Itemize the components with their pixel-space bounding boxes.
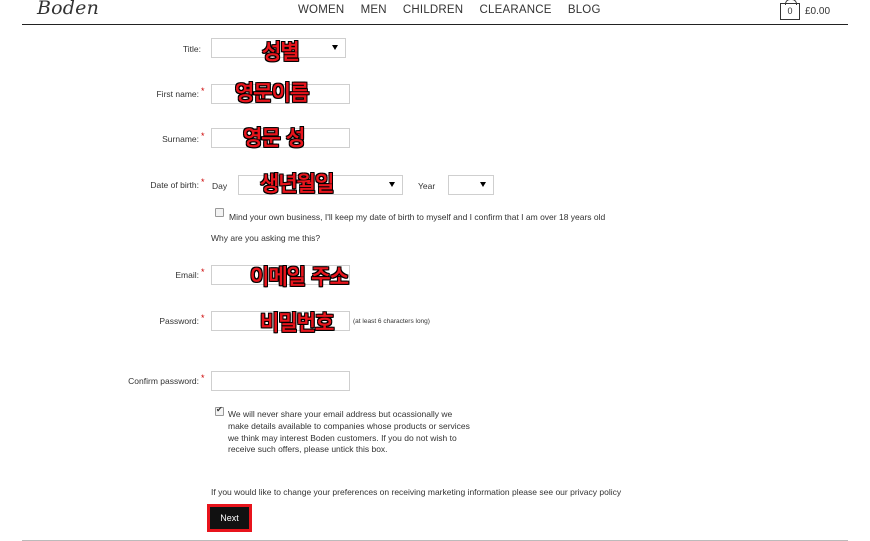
nav-children[interactable]: CHILDREN (403, 4, 463, 16)
title-label: Title: (182, 44, 201, 54)
dob-privacy-checkbox[interactable] (215, 208, 224, 217)
surname-label: Surname: (162, 134, 199, 144)
confirm-password-field[interactable] (211, 371, 350, 391)
site-header: Boden WOMEN MEN CHILDREN CLEARANCE BLOG … (0, 0, 870, 26)
marketing-consent-checkbox[interactable] (215, 405, 224, 416)
main-nav: WOMEN MEN CHILDREN CLEARANCE BLOG (298, 4, 614, 16)
chevron-down-icon (389, 182, 395, 187)
password-label: Password: (159, 316, 199, 326)
email-label: Email: (175, 270, 199, 280)
required-mark: * (201, 313, 205, 323)
confirm-password-label: Confirm password: (128, 376, 199, 386)
required-mark: * (201, 86, 205, 96)
annotation-email: 이메일 주소 (250, 265, 349, 289)
marketing-consent-text: We will never share your email address b… (228, 409, 470, 455)
header-divider (22, 24, 848, 25)
annotation-dob: 생년월일 (260, 172, 334, 196)
day-label: Day (212, 181, 228, 191)
preferences-text: If you would like to change your prefere… (211, 487, 622, 497)
annotation-title: 성별 (262, 40, 300, 64)
dob-label: Date of birth: (150, 180, 199, 190)
nav-clearance[interactable]: CLEARANCE (480, 4, 552, 16)
chevron-down-icon (480, 182, 486, 187)
required-mark: * (201, 373, 205, 383)
required-mark: * (201, 131, 205, 141)
nav-men[interactable]: MEN (361, 4, 387, 16)
next-button[interactable]: Next (207, 504, 252, 532)
dob-privacy-text: Mind your own business, I'll keep my dat… (229, 212, 606, 222)
password-hint: (at least 6 characters long) (353, 318, 430, 325)
chevron-down-icon (332, 45, 338, 50)
basket-total[interactable]: £0.00 (805, 6, 830, 17)
dob-year-select[interactable] (448, 175, 494, 195)
year-label: Year (418, 181, 436, 191)
annotation-surname: 영문 성 (243, 126, 305, 150)
required-mark: * (201, 267, 205, 277)
annotation-first-name: 영문이름 (235, 81, 309, 105)
why-asking-link[interactable]: Why are you asking me this? (211, 233, 320, 243)
boden-logo[interactable]: Boden (37, 0, 99, 19)
nav-blog[interactable]: BLOG (568, 4, 601, 16)
nav-women[interactable]: WOMEN (298, 4, 344, 16)
annotation-password: 비밀번호 (260, 311, 334, 335)
first-name-label: First name: (156, 89, 199, 99)
basket-icon[interactable]: 0 (780, 0, 800, 20)
required-mark: * (201, 177, 205, 187)
